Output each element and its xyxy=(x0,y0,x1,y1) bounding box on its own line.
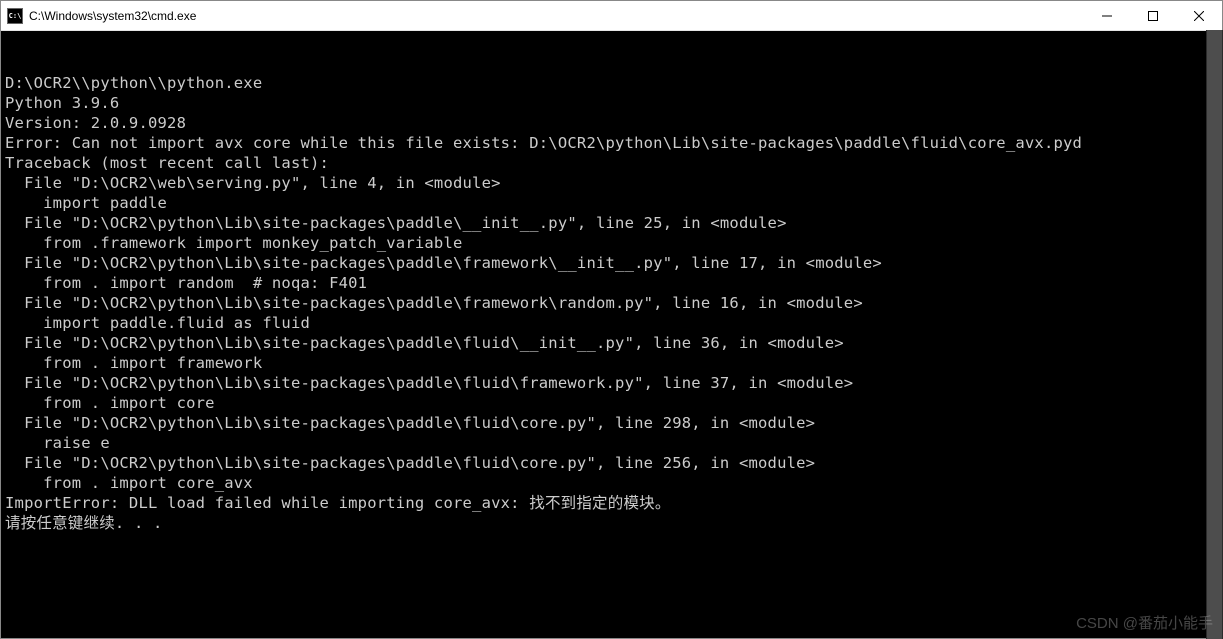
terminal-line: D:\OCR2\\python\\python.exe xyxy=(5,73,1218,93)
terminal-output[interactable]: D:\OCR2\\python\\python.exePython 3.9.6V… xyxy=(1,31,1222,638)
terminal-line: from . import random # noqa: F401 xyxy=(5,273,1218,293)
cmd-icon: C:\ xyxy=(7,8,23,24)
window-title: C:\Windows\system32\cmd.exe xyxy=(29,9,1084,23)
terminal-line: from . import core_avx xyxy=(5,473,1218,493)
terminal-line: from . import core xyxy=(5,393,1218,413)
terminal-line: import paddle xyxy=(5,193,1218,213)
terminal-line: File "D:\OCR2\python\Lib\site-packages\p… xyxy=(5,333,1218,353)
window-controls xyxy=(1084,1,1222,30)
terminal-line: import paddle.fluid as fluid xyxy=(5,313,1218,333)
terminal-line: File "D:\OCR2\python\Lib\site-packages\p… xyxy=(5,453,1218,473)
maximize-button[interactable] xyxy=(1130,1,1176,30)
scrollbar-thumb[interactable] xyxy=(1207,30,1222,639)
terminal-line: Version: 2.0.9.0928 xyxy=(5,113,1218,133)
scrollbar-track[interactable] xyxy=(1206,30,1223,639)
cmd-window: C:\ C:\Windows\system32\cmd.exe D:\OCR2\… xyxy=(0,0,1223,639)
terminal-line: Traceback (most recent call last): xyxy=(5,153,1218,173)
terminal-line: File "D:\OCR2\python\Lib\site-packages\p… xyxy=(5,253,1218,273)
terminal-line: File "D:\OCR2\python\Lib\site-packages\p… xyxy=(5,413,1218,433)
minimize-button[interactable] xyxy=(1084,1,1130,30)
terminal-line: from .framework import monkey_patch_vari… xyxy=(5,233,1218,253)
terminal-line: 请按任意键继续. . . xyxy=(5,513,1218,533)
terminal-line: File "D:\OCR2\python\Lib\site-packages\p… xyxy=(5,293,1218,313)
close-button[interactable] xyxy=(1176,1,1222,30)
terminal-line: raise e xyxy=(5,433,1218,453)
titlebar[interactable]: C:\ C:\Windows\system32\cmd.exe xyxy=(1,1,1222,31)
terminal-line: File "D:\OCR2\python\Lib\site-packages\p… xyxy=(5,373,1218,393)
terminal-line: Error: Can not import avx core while thi… xyxy=(5,133,1218,153)
terminal-line: File "D:\OCR2\python\Lib\site-packages\p… xyxy=(5,213,1218,233)
terminal-line: File "D:\OCR2\web\serving.py", line 4, i… xyxy=(5,173,1218,193)
terminal-line: ImportError: DLL load failed while impor… xyxy=(5,493,1218,513)
terminal-line: from . import framework xyxy=(5,353,1218,373)
terminal-line: Python 3.9.6 xyxy=(5,93,1218,113)
